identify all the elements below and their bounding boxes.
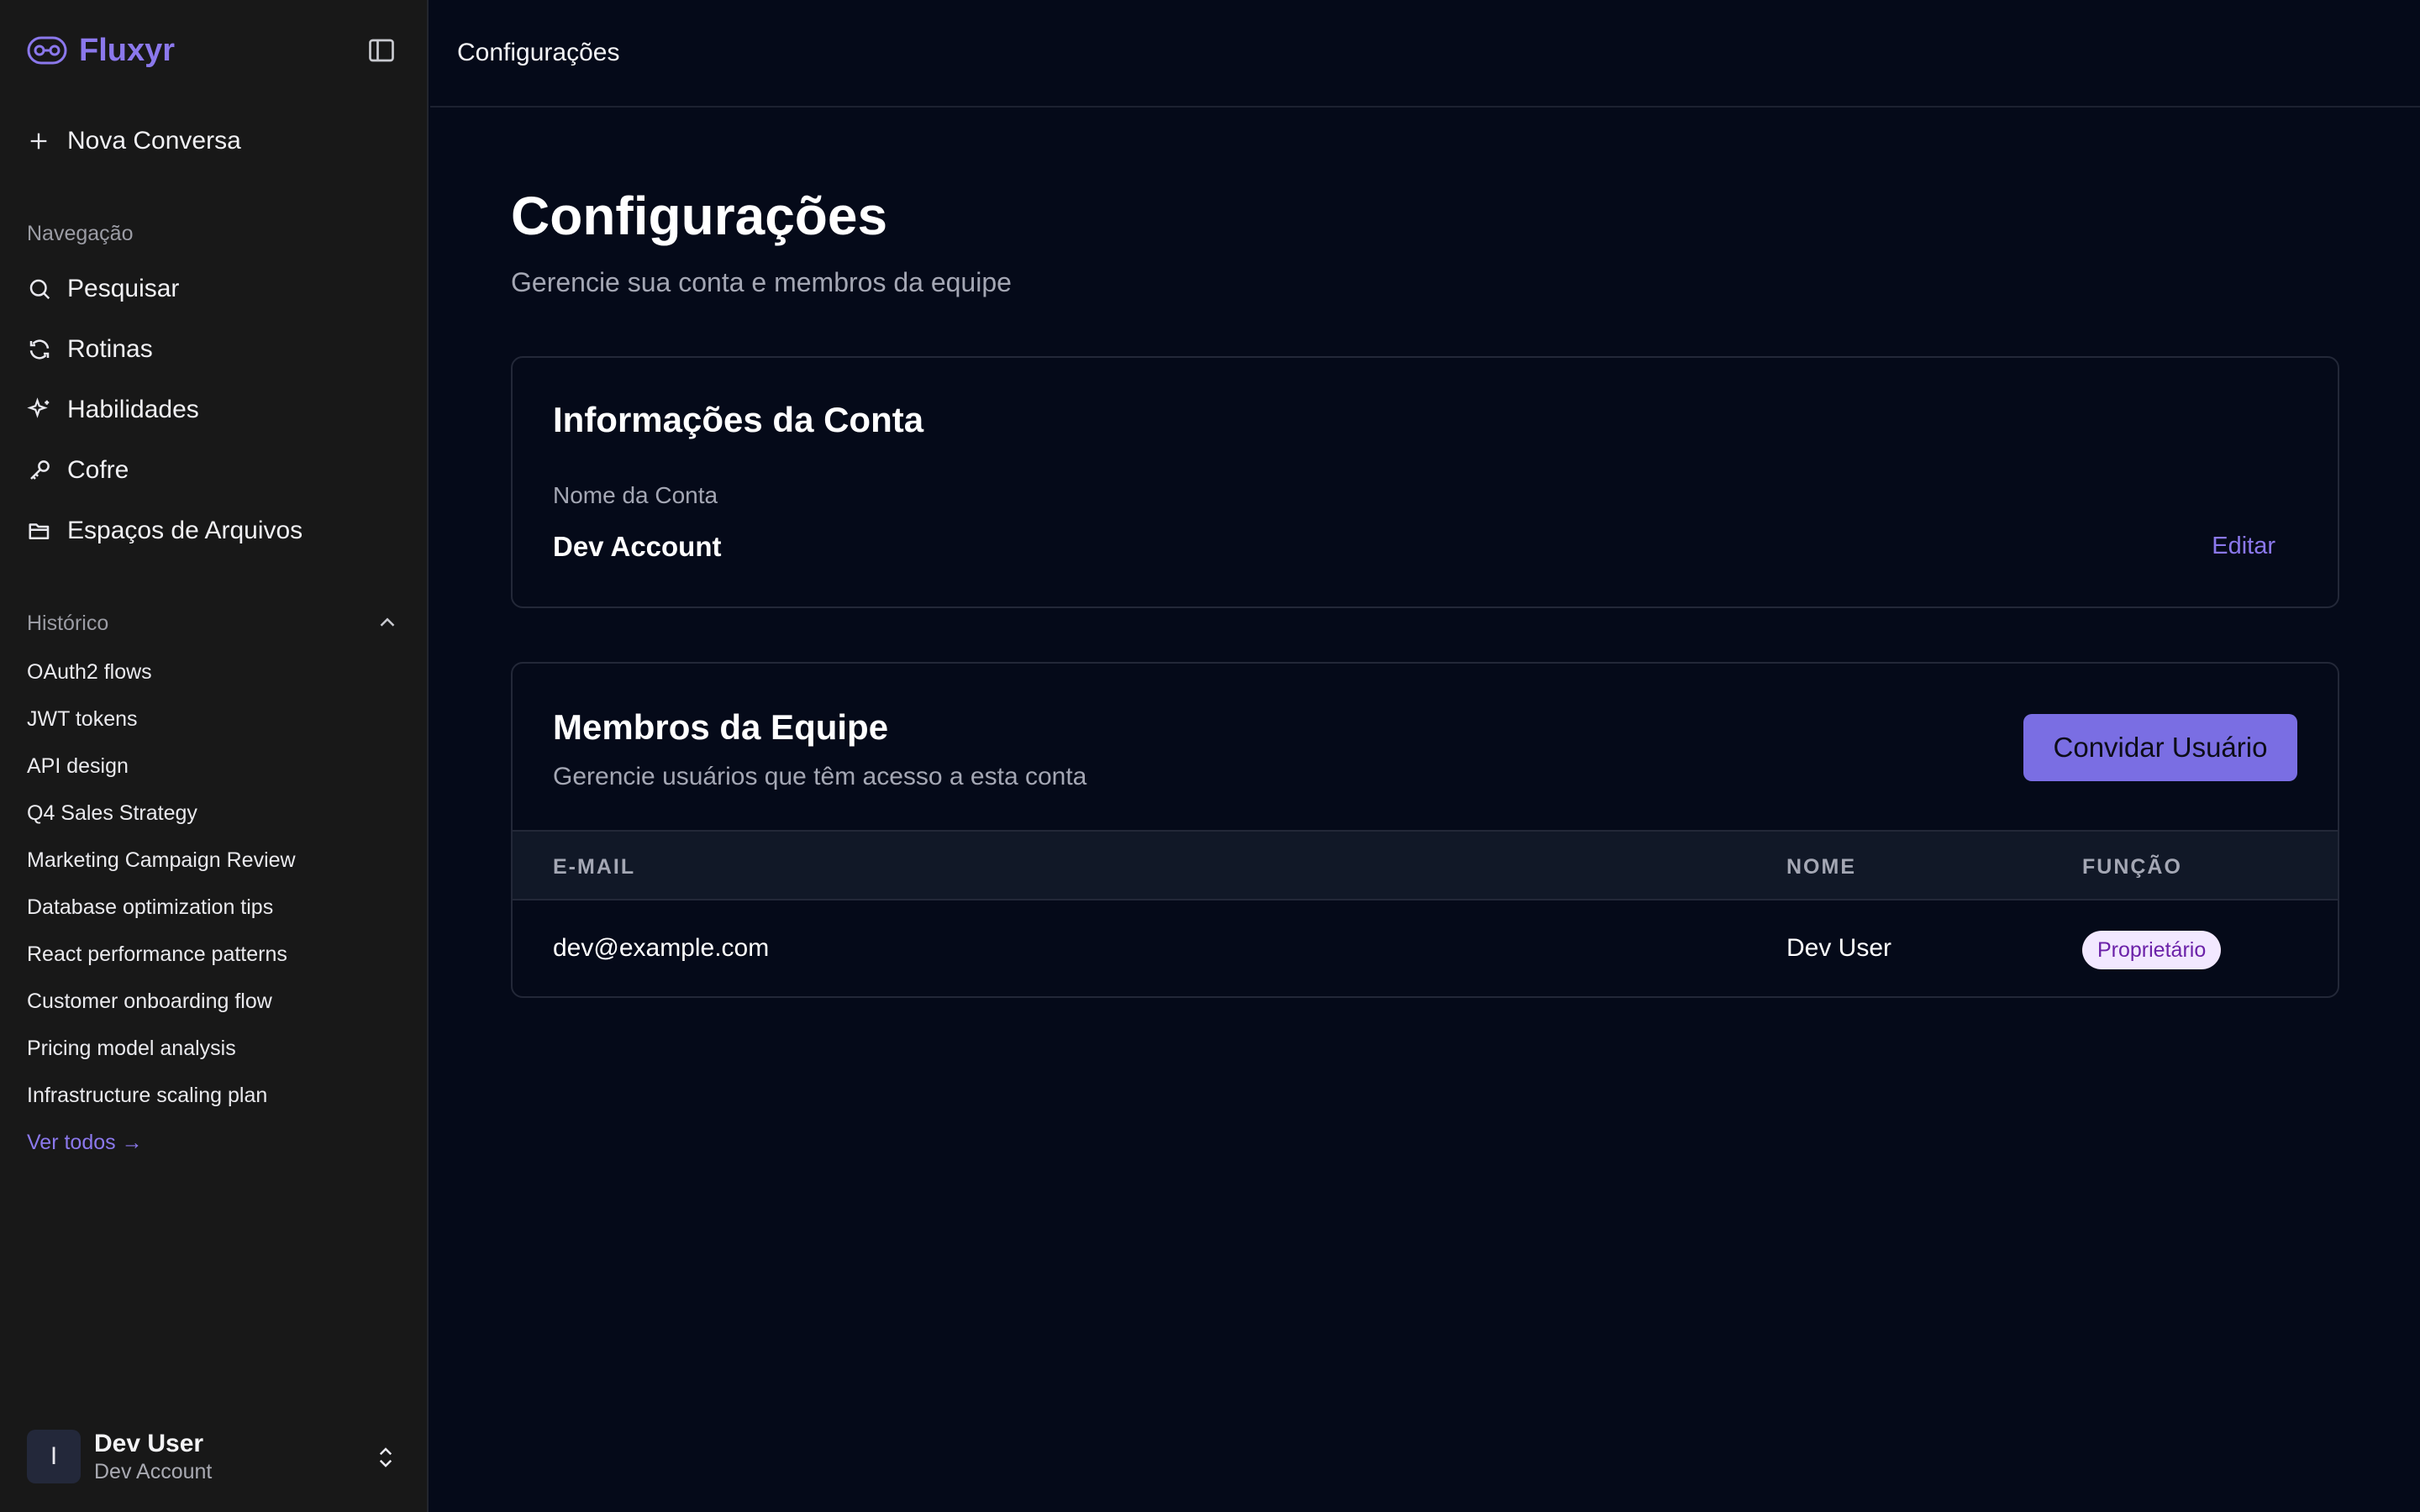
- nav-item-label: Habilidades: [67, 396, 199, 423]
- refresh-icon: [29, 339, 50, 360]
- account-info-card: Informações da Conta Nome da Conta Dev A…: [511, 356, 2339, 608]
- sparkle-icon: [27, 397, 50, 418]
- account-name-value: Dev Account: [553, 531, 722, 562]
- plus-icon: [30, 133, 47, 150]
- nav-item-routines[interactable]: Rotinas: [27, 329, 153, 370]
- search-icon: [29, 279, 50, 300]
- user-account: Dev Account: [94, 1460, 213, 1483]
- history-section-label: Histórico: [27, 612, 109, 635]
- invite-user-button[interactable]: Convidar Usuário: [2023, 714, 2297, 781]
- avatar: I: [27, 1430, 81, 1483]
- account-card-title: Informações da Conta: [553, 400, 924, 439]
- see-all-link[interactable]: Ver todos →: [27, 1131, 143, 1155]
- brand[interactable]: Fluxyr: [27, 30, 175, 71]
- nav-item-file-spaces[interactable]: Espaços de Arquivos: [27, 511, 302, 551]
- nav-item-skills[interactable]: Habilidades: [27, 390, 199, 430]
- page-subtitle: Gerencie sua conta e membros da equipe: [511, 267, 1012, 297]
- brand-name: Fluxyr: [79, 32, 176, 68]
- history-item[interactable]: Pricing model analysis: [27, 1037, 236, 1061]
- history-item[interactable]: Customer onboarding flow: [27, 990, 272, 1014]
- user-name: Dev User: [94, 1430, 204, 1457]
- member-name: Dev User: [1786, 934, 1892, 962]
- history-item[interactable]: Q4 Sales Strategy: [27, 801, 197, 826]
- breadcrumb: Configurações: [457, 39, 620, 66]
- sidebar: Fluxyr Nova Conversa Navegação Pesquisar…: [0, 0, 429, 1512]
- key-icon: [30, 460, 50, 480]
- team-card-title: Membros da Equipe: [553, 707, 889, 747]
- nav-item-label: Pesquisar: [67, 275, 180, 302]
- page-title: Configurações: [511, 186, 888, 246]
- nav-item-vault[interactable]: Cofre: [27, 450, 129, 491]
- column-header-role[interactable]: FUNÇÃO: [2082, 855, 2182, 879]
- logo-icon: [27, 36, 67, 65]
- history-item[interactable]: Marketing Campaign Review: [27, 848, 296, 873]
- edit-account-button[interactable]: Editar: [2212, 533, 2275, 560]
- history-item[interactable]: OAuth2 flows: [27, 660, 152, 685]
- team-card-subtitle: Gerencie usuários que têm acesso a esta …: [553, 763, 1087, 790]
- member-email: dev@example.com: [553, 934, 770, 962]
- chevron-up-icon[interactable]: [375, 610, 400, 635]
- nav-section-label: Navegação: [27, 222, 134, 245]
- nav-item-label: Espaços de Arquivos: [67, 517, 303, 544]
- history-item[interactable]: API design: [27, 754, 129, 779]
- new-chat-button[interactable]: Nova Conversa: [27, 121, 241, 161]
- table-header: E-MAIL NOME FUNÇÃO: [513, 830, 2338, 900]
- user-menu[interactable]: I Dev User Dev Account: [27, 1430, 402, 1485]
- role-badge: Proprietário: [2082, 931, 2222, 969]
- history-item[interactable]: Database optimization tips: [27, 895, 273, 920]
- nav-item-label: Cofre: [67, 456, 129, 484]
- column-header-name[interactable]: NOME: [1786, 855, 1856, 879]
- history-item[interactable]: React performance patterns: [27, 942, 287, 967]
- folder-icon: [29, 523, 50, 539]
- chevrons-up-down-icon: [379, 1447, 392, 1467]
- sidebar-toggle-icon[interactable]: [366, 35, 397, 66]
- new-chat-label: Nova Conversa: [67, 127, 241, 155]
- history-item[interactable]: JWT tokens: [27, 707, 138, 732]
- topbar: Configurações: [430, 0, 2420, 108]
- column-header-email[interactable]: E-MAIL: [553, 855, 635, 879]
- team-members-card: Membros da Equipe Gerencie usuários que …: [511, 662, 2339, 998]
- nav-item-search[interactable]: Pesquisar: [27, 269, 179, 309]
- nav-item-label: Rotinas: [67, 335, 153, 363]
- history-item[interactable]: Infrastructure scaling plan: [27, 1084, 267, 1108]
- account-name-label: Nome da Conta: [553, 482, 718, 508]
